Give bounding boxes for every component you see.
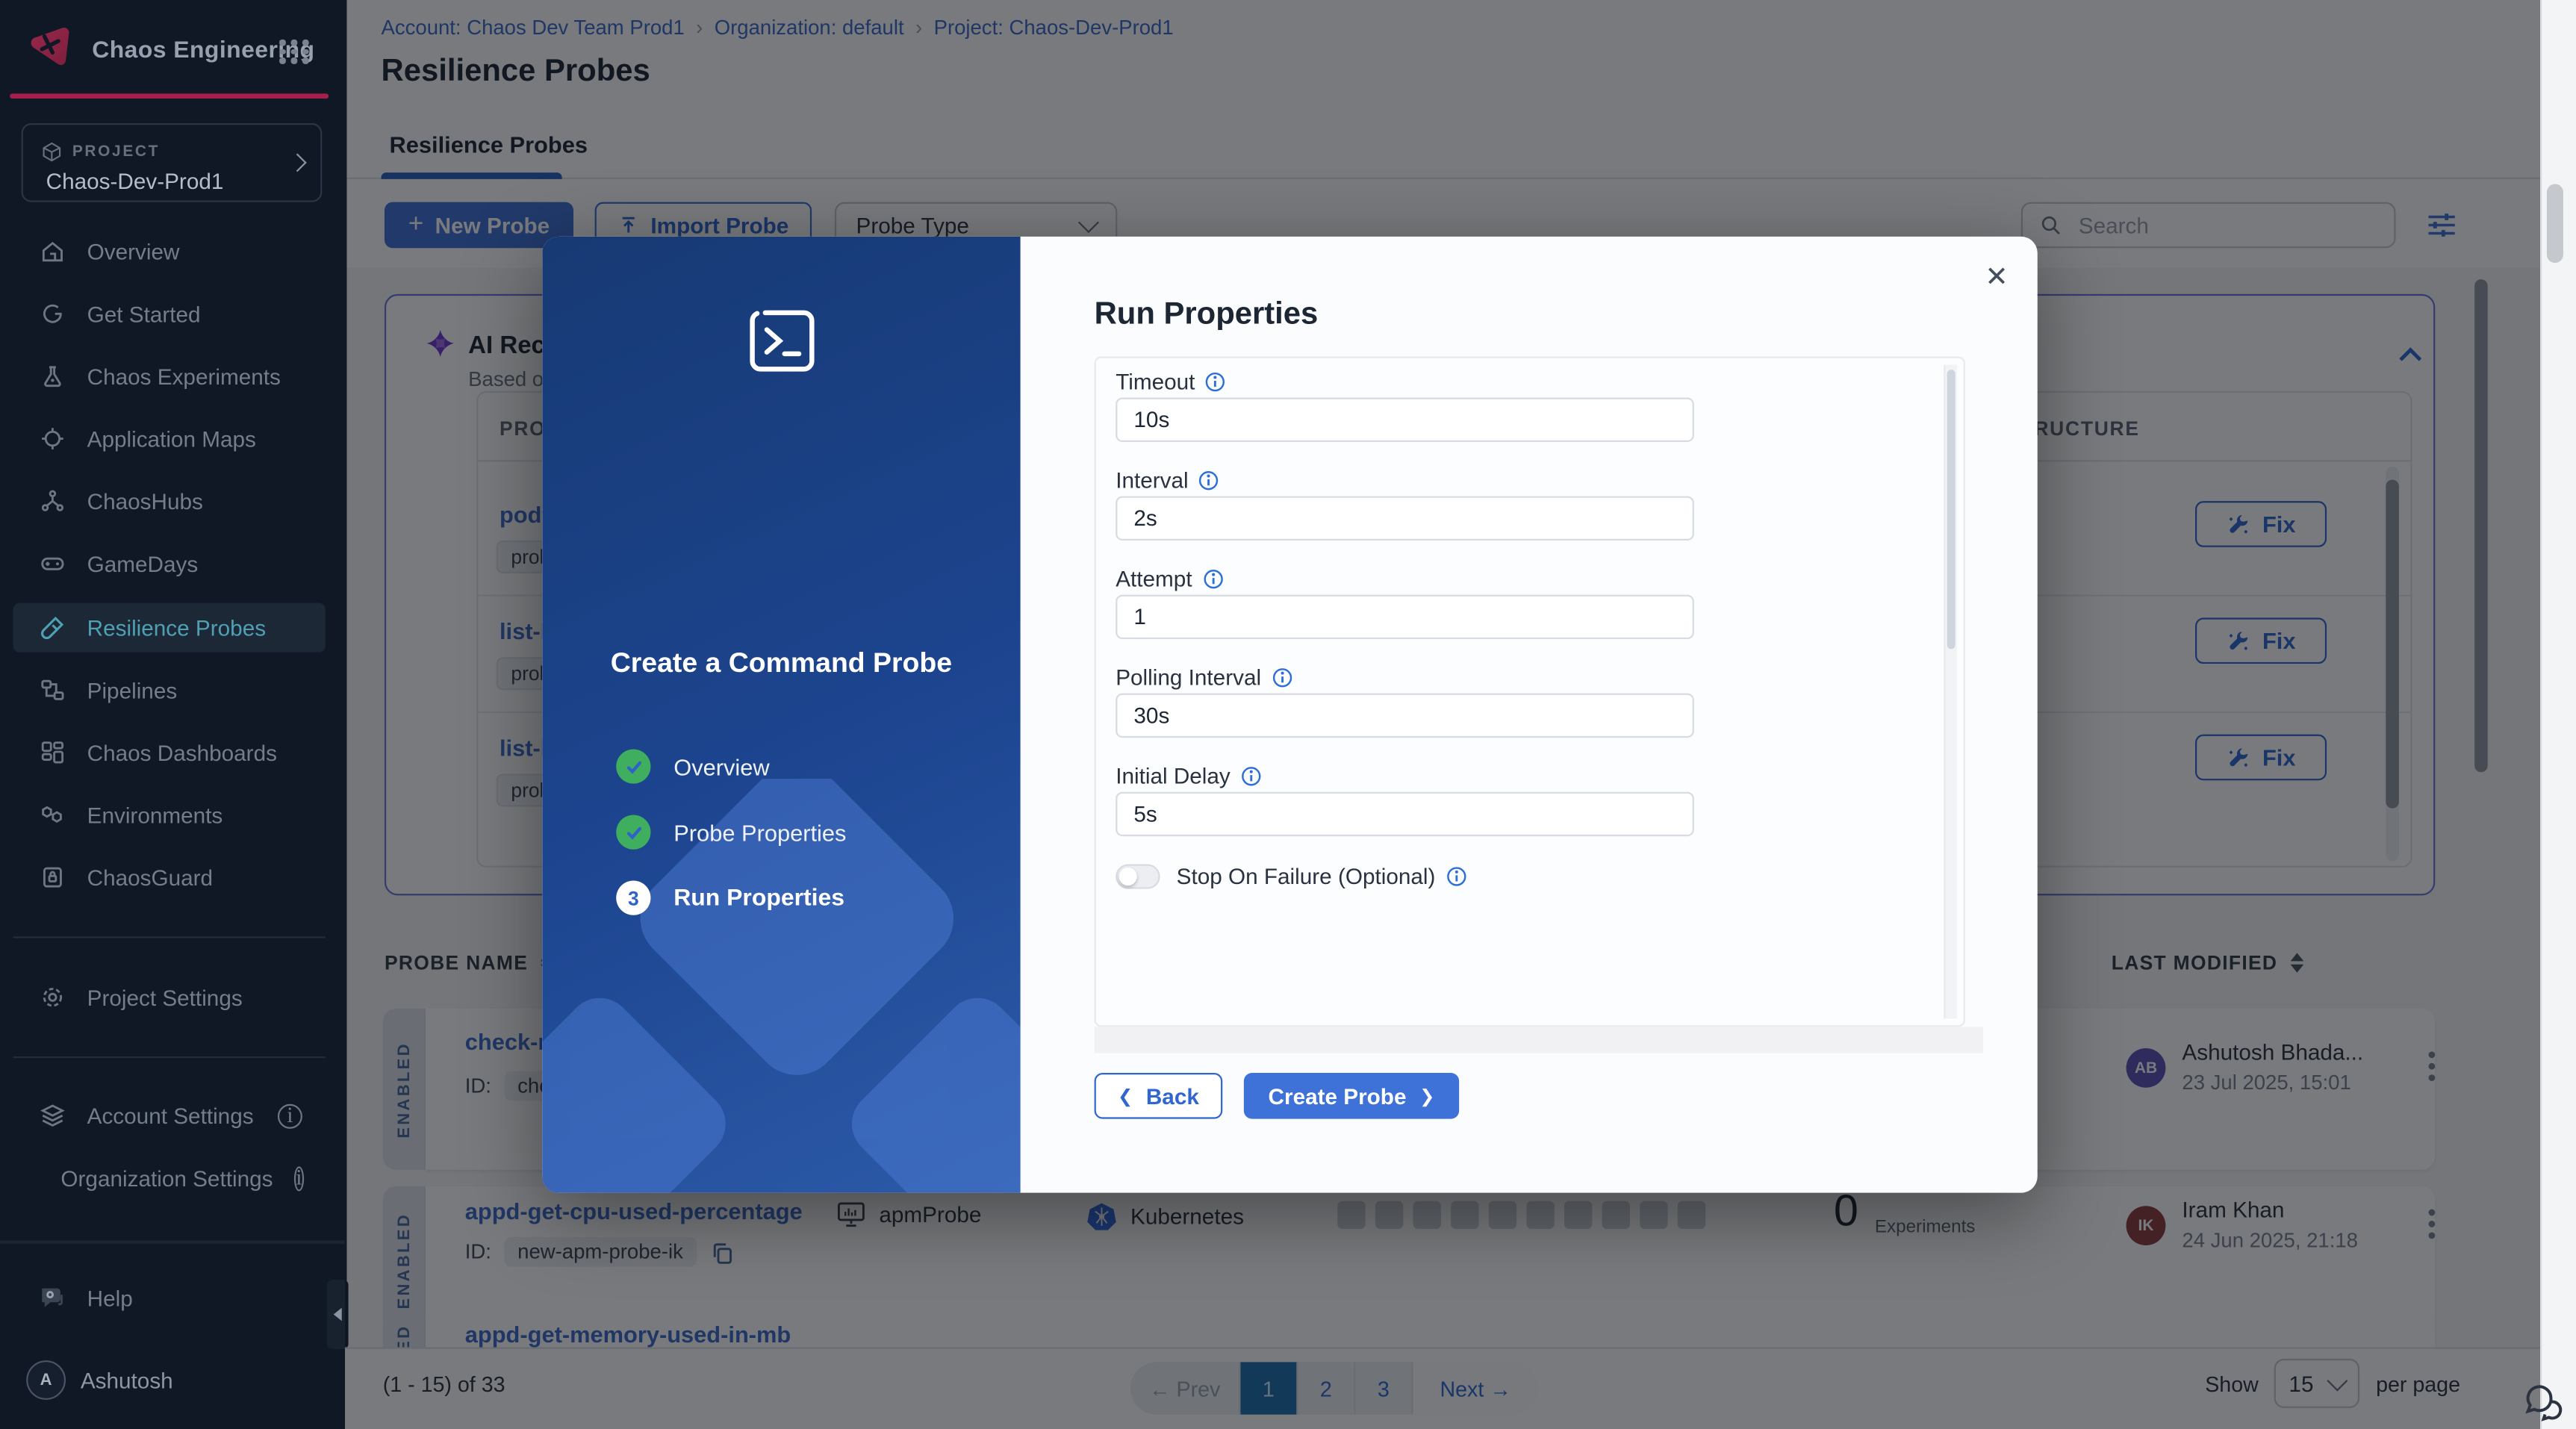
user-name: Ashutosh — [80, 1367, 173, 1393]
field-label: Polling Interval — [1116, 665, 1292, 690]
step-done-icon — [616, 815, 651, 850]
wizard-step-overview[interactable]: Overview — [616, 749, 770, 784]
field-label: Attempt — [1116, 567, 1223, 591]
initial-delay-input[interactable] — [1116, 791, 1694, 837]
module-accent-line — [10, 93, 329, 99]
home-icon — [42, 241, 63, 262]
network-icon — [41, 490, 64, 511]
hexagons-icon — [42, 806, 62, 823]
pipeline-icon — [41, 679, 64, 700]
app-window: Chaos Engineering PROJECT Chaos-Dev-Prod… — [0, 0, 2576, 1429]
dashboard-icon — [41, 741, 64, 764]
gamepad-icon — [41, 557, 64, 570]
step-number: 3 — [616, 880, 651, 915]
layers-icon — [40, 1104, 65, 1127]
sidebar-item-resilience-probes[interactable]: Resilience Probes — [13, 603, 326, 653]
toggle-label: Stop On Failure (Optional) — [1177, 865, 1467, 889]
wizard-step-run-properties[interactable]: 3 Run Properties — [616, 880, 844, 915]
stop-on-failure-toggle[interactable] — [1116, 864, 1160, 889]
avatar: A — [26, 1360, 66, 1400]
modal-footer-strip — [1094, 1027, 1984, 1053]
create-command-probe-modal: Create a Command Probe Overview Probe Pr… — [542, 236, 2038, 1193]
sidebar-item-account-settings[interactable]: Account Settings i — [13, 1091, 326, 1140]
info-icon[interactable] — [1271, 667, 1292, 688]
info-icon[interactable] — [1198, 470, 1220, 491]
help-chat-icon — [42, 1288, 63, 1307]
target-icon — [42, 428, 63, 449]
info-icon[interactable] — [1205, 371, 1227, 393]
sidebar-item-environments[interactable]: Environments — [13, 790, 326, 839]
info-icon[interactable]: i — [277, 1103, 302, 1128]
sidebar-item-chaoshubs[interactable]: ChaosHubs — [13, 476, 326, 526]
create-probe-button[interactable]: Create Probe ❯ — [1243, 1072, 1460, 1119]
sidebar-divider — [13, 1056, 326, 1059]
attempt-input[interactable] — [1116, 594, 1694, 640]
project-label: PROJECT — [72, 143, 161, 161]
sidebar-item-get-started[interactable]: Get Started — [13, 289, 326, 338]
form-scrollbar-track[interactable] — [1944, 364, 1957, 1019]
sidebar-item-help[interactable]: Help — [13, 1273, 326, 1322]
chevron-right-icon — [287, 153, 307, 172]
modal-title: Run Properties — [1094, 297, 1319, 332]
sidebar-item-chaos-dashboards[interactable]: Chaos Dashboards — [13, 728, 326, 777]
project-selector[interactable]: PROJECT Chaos-Dev-Prod1 — [21, 123, 323, 202]
chevron-left-icon: ❮ — [1117, 1086, 1133, 1107]
collapse-arrow-icon — [333, 1307, 342, 1321]
sidebar-item-application-maps[interactable]: Application Maps — [13, 414, 326, 464]
modal-wizard-title: Create a Command Probe — [610, 647, 953, 679]
sidebar-item-organization-settings[interactable]: Organization Settings i — [13, 1154, 326, 1203]
gear-icon — [43, 988, 63, 1007]
sidebar-item-pipelines[interactable]: Pipelines — [13, 665, 326, 714]
help-chat-icon[interactable] — [2521, 1380, 2567, 1427]
wizard-step-probe-properties[interactable]: Probe Properties — [616, 815, 846, 850]
user-menu[interactable]: A Ashutosh — [26, 1360, 173, 1400]
close-icon[interactable]: ✕ — [1985, 263, 2008, 290]
sidebar-item-project-settings[interactable]: Project Settings — [13, 973, 326, 1022]
terminal-icon — [750, 310, 815, 372]
timeout-input[interactable] — [1116, 397, 1694, 442]
sidebar-item-chaosguard[interactable]: ChaosGuard — [13, 853, 326, 902]
back-button[interactable]: ❮ Back — [1094, 1072, 1223, 1119]
field-label: Timeout — [1116, 370, 1226, 394]
harness-logo-icon[interactable] — [26, 23, 75, 72]
chevron-right-icon: ❯ — [1419, 1086, 1435, 1107]
module-grid-icon[interactable] — [279, 39, 311, 63]
info-icon[interactable] — [1240, 765, 1262, 787]
form-scrollbar-thumb[interactable] — [1947, 370, 1956, 650]
sidebar-divider — [13, 936, 326, 938]
sidebar-item-overview[interactable]: Overview — [13, 227, 326, 276]
field-label: Interval — [1116, 468, 1219, 493]
cube-icon — [43, 142, 61, 162]
run-properties-form: Timeout Interval Attempt Polling Interva… — [1094, 356, 1965, 1027]
sidebar: Chaos Engineering PROJECT Chaos-Dev-Prod… — [0, 0, 349, 1429]
page-scrollbar-thumb[interactable] — [2546, 184, 2563, 264]
compass-icon — [43, 304, 62, 323]
info-icon[interactable] — [1446, 866, 1467, 888]
sidebar-bottom-divider — [0, 1240, 346, 1244]
flask-icon — [44, 366, 61, 387]
info-icon[interactable] — [1202, 568, 1224, 590]
sidebar-item-chaos-experiments[interactable]: Chaos Experiments — [13, 352, 326, 401]
project-name: Chaos-Dev-Prod1 — [46, 169, 224, 194]
polling-interval-input[interactable] — [1116, 693, 1694, 738]
info-icon[interactable]: i — [294, 1165, 304, 1191]
test-tube-icon — [41, 616, 64, 639]
sidebar-item-gamedays[interactable]: GameDays — [13, 539, 326, 588]
lock-shield-icon — [43, 867, 62, 888]
field-label: Initial Delay — [1116, 764, 1261, 788]
interval-input[interactable] — [1116, 496, 1694, 541]
step-done-icon — [616, 749, 651, 784]
modal-left-panel: Create a Command Probe Overview Probe Pr… — [542, 236, 1021, 1193]
